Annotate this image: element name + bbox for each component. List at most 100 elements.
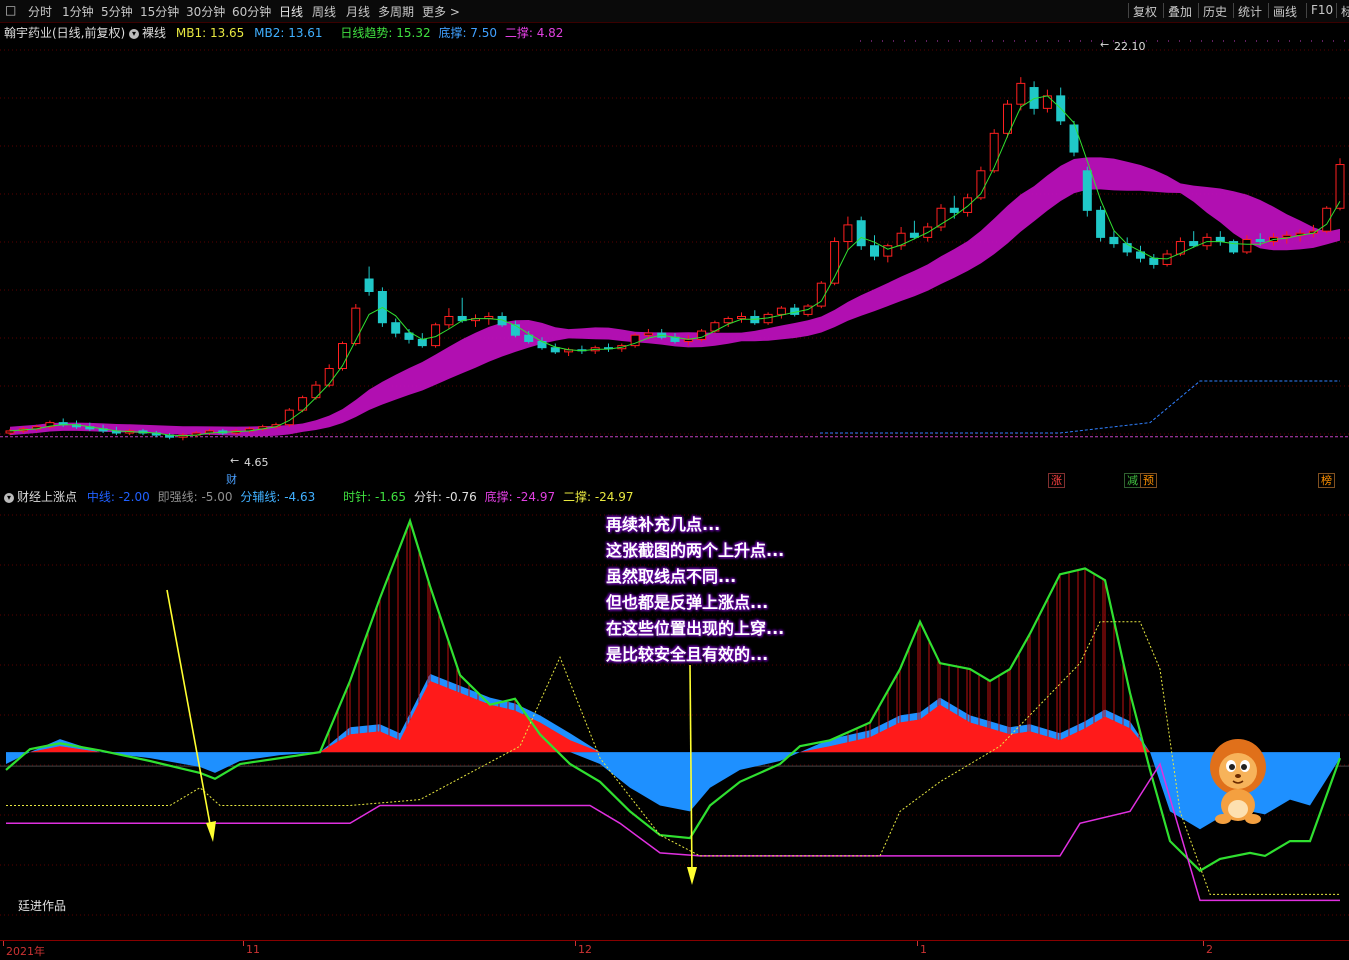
- strong-value: 即强线: -5.00: [157, 490, 233, 504]
- candle-body: [909, 232, 919, 238]
- note-line: 这张截图的两个上升点...: [606, 541, 785, 560]
- upper-indicator-info: 翰宇药业(日线,前复权) ▾ 裸线 MB1: 13.65 MB2: 13.61 日…: [4, 24, 563, 41]
- badge-zhang[interactable]: 涨: [1048, 473, 1065, 488]
- x-axis-label: 12: [578, 943, 592, 956]
- ma-line: [9, 95, 1341, 437]
- candle-body: [311, 384, 321, 399]
- base-value-lower: 底撑: -24.97: [484, 490, 556, 504]
- window-icon[interactable]: □: [5, 3, 16, 17]
- high-arrow-icon: ←: [1100, 38, 1110, 51]
- toolbar-button[interactable]: F10: [1311, 3, 1333, 17]
- candle-body: [870, 245, 879, 257]
- high-price-label: 22.10: [1114, 40, 1146, 53]
- second-value: 二撑: 4.82: [504, 26, 564, 40]
- candle-body: [949, 207, 959, 213]
- toolbar-button[interactable]: 画线: [1273, 3, 1297, 20]
- chevron-down-icon[interactable]: ▾: [129, 28, 140, 39]
- period-toolbar: 分时 1分钟 5分钟 15分钟 30分钟 60分钟 日线 周线 月线 多周期 更多 > □ 复权 叠加 历史…: [0, 0, 1349, 23]
- note-line: 但也都是反弹上涨点...: [606, 593, 769, 612]
- period-tab[interactable]: 分时: [28, 3, 52, 20]
- toolbar-separator: [1233, 3, 1234, 18]
- toolbar-button[interactable]: 标: [1341, 3, 1349, 20]
- candle-body: [1255, 238, 1265, 243]
- candle-body: [351, 307, 361, 345]
- period-tab[interactable]: 1分钟: [62, 3, 94, 20]
- toolbar-separator: [1306, 3, 1307, 18]
- candle-body: [1069, 124, 1079, 153]
- period-tab[interactable]: 30分钟: [186, 3, 225, 20]
- note-line: 虽然取线点不同...: [606, 567, 737, 586]
- candle-body: [510, 324, 520, 336]
- x-axis-tick: [3, 941, 4, 946]
- candle-body: [417, 338, 427, 347]
- trend-value: 日线趋势: 15.32: [340, 26, 431, 40]
- period-tab[interactable]: 多周期: [378, 3, 414, 20]
- badge-cai[interactable]: 财: [224, 473, 239, 486]
- author-label: 廷进作品: [18, 899, 67, 913]
- candle-body: [444, 315, 454, 326]
- low-arrow-icon: ←: [230, 454, 240, 467]
- toolbar-separator: [1128, 3, 1129, 18]
- candle-body: [1215, 236, 1225, 243]
- mode-label[interactable]: 裸线: [142, 26, 166, 40]
- x-axis-label: 2021年: [6, 945, 45, 958]
- base-support-line: [820, 380, 1340, 434]
- stock-title: 翰宇药业(日线,前复权): [4, 26, 126, 40]
- candle-body: [1242, 238, 1252, 253]
- toolbar-separator: [1336, 3, 1337, 18]
- candle-body: [1082, 170, 1092, 211]
- candle-body: [989, 132, 999, 172]
- arrow-line: [689, 664, 693, 878]
- candle-body: [1122, 243, 1132, 253]
- badge-jian[interactable]: 减: [1124, 473, 1141, 488]
- toolbar-button[interactable]: 历史: [1203, 3, 1227, 20]
- annotation-note: 再续补充几点... 这张截图的两个上升点... 虽然取线点不同... 但也都是反…: [606, 512, 784, 668]
- candle-body: [550, 347, 560, 353]
- base-value: 底撑: 7.50: [438, 26, 498, 40]
- candle-body: [963, 197, 973, 213]
- toolbar-separator: [1198, 3, 1199, 18]
- toolbar-button[interactable]: 叠加: [1168, 3, 1192, 20]
- candle-body: [284, 409, 294, 426]
- candle-body: [1016, 82, 1026, 105]
- x-axis-label: 11: [246, 943, 260, 956]
- candle-body: [1149, 257, 1159, 265]
- note-line: 在这些位置出现的上穿...: [606, 619, 785, 638]
- arrow-line: [166, 589, 213, 836]
- x-axis-tick: [243, 941, 244, 946]
- minute-value: 分针: -0.76: [413, 490, 477, 504]
- toolbar-button[interactable]: 复权: [1133, 3, 1157, 20]
- toolbar-separator: [1268, 3, 1269, 18]
- badge-yu[interactable]: 预: [1140, 473, 1157, 488]
- period-tab[interactable]: 5分钟: [101, 3, 133, 20]
- trend-band: [10, 157, 1340, 437]
- period-tab[interactable]: 15分钟: [140, 3, 179, 20]
- candle-body: [737, 315, 746, 320]
- period-tab[interactable]: 周线: [312, 3, 336, 20]
- arrow-head-icon: [687, 867, 697, 885]
- lower-indicator-info: ▾ 财经上涨点 中线: -2.00 即强线: -5.00 分辅线: -4.63 时…: [4, 488, 634, 505]
- candle-body: [1109, 236, 1119, 245]
- mb2-value: MB2: 13.61: [254, 26, 323, 40]
- candle-body: [364, 278, 374, 293]
- period-tab[interactable]: 60分钟: [232, 3, 271, 20]
- candle-body: [723, 318, 733, 324]
- indicator-name[interactable]: 财经上涨点: [17, 490, 77, 504]
- period-tab[interactable]: 月线: [346, 3, 370, 20]
- candle-body: [1096, 209, 1106, 238]
- period-tab[interactable]: 更多 >: [422, 3, 460, 20]
- period-tab[interactable]: 日线: [279, 3, 303, 20]
- badge-bang[interactable]: 榜: [1318, 473, 1335, 488]
- candle-body: [1042, 95, 1052, 109]
- positive-area: [6, 681, 1340, 753]
- candle-body: [1189, 241, 1199, 247]
- mid-value: 中线: -2.00: [86, 490, 150, 504]
- chevron-down-icon[interactable]: ▾: [4, 492, 14, 503]
- aux-value: 分辅线: -4.63: [240, 490, 316, 504]
- candle-body: [643, 332, 653, 336]
- candle-body: [391, 322, 401, 334]
- x-axis-label: 2: [1206, 943, 1213, 956]
- mb1-value: MB1: 13.65: [175, 26, 245, 40]
- toolbar-button[interactable]: 统计: [1238, 3, 1262, 20]
- candlestick-chart[interactable]: [0, 40, 1349, 470]
